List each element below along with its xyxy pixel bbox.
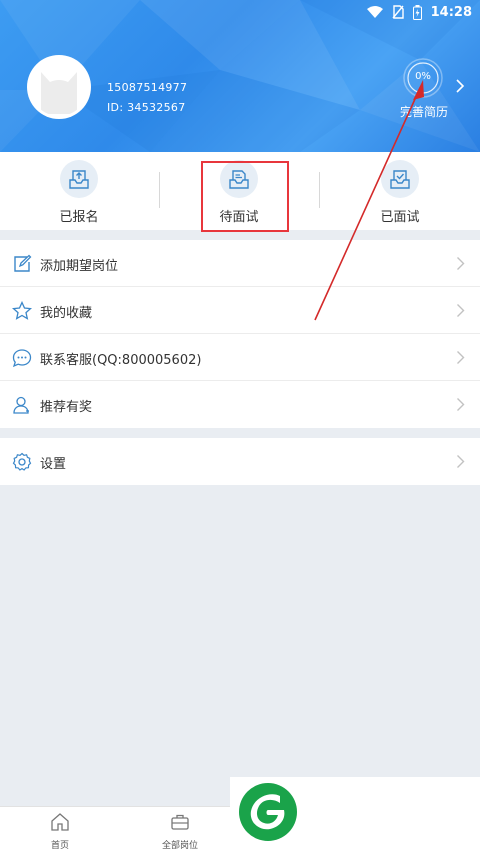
- tab-applied[interactable]: 已报名: [49, 160, 109, 226]
- wifi-icon: [366, 6, 383, 18]
- application-status-tabs: 已报名 待面试 已面试: [0, 152, 480, 230]
- tab-pending-interview[interactable]: 待面试: [209, 160, 269, 226]
- briefcase-icon: [171, 814, 189, 830]
- tab-label: 待面试: [219, 210, 259, 225]
- nav-label: 全部岗位: [161, 841, 198, 851]
- green-leaf-logo-icon: [239, 783, 297, 841]
- menu-label: 我的收藏: [40, 306, 93, 321]
- user-icon: [13, 396, 29, 414]
- status-time: 14:28: [430, 4, 472, 20]
- chevron-right-icon: [457, 398, 465, 411]
- avatar[interactable]: [27, 55, 91, 119]
- menu-item-add-expected-position[interactable]: 添加期望岗位: [0, 240, 480, 287]
- user-id: ID: 34532567: [107, 101, 186, 114]
- tab-divider: [159, 172, 160, 208]
- menu-list: 添加期望岗位 我的收藏 联系客服(QQ:800005602) 推荐有奖: [0, 240, 480, 428]
- edit-icon: [14, 254, 32, 272]
- menu-item-customer-service[interactable]: 联系客服(QQ:800005602): [0, 334, 480, 381]
- tab-divider: [319, 172, 320, 208]
- status-bar: 14:28: [366, 2, 472, 22]
- menu-item-my-favorites[interactable]: 我的收藏: [0, 287, 480, 334]
- menu-label: 联系客服(QQ:800005602): [40, 353, 202, 368]
- resume-progress-text: 0%: [415, 71, 431, 82]
- document-tray-icon: [220, 160, 258, 198]
- chevron-right-icon: [457, 455, 465, 468]
- nav-label: 首页: [50, 841, 69, 851]
- battery-icon: [412, 4, 422, 20]
- menu-item-referral-reward[interactable]: 推荐有奖: [0, 381, 480, 428]
- star-icon: [12, 301, 32, 320]
- upload-tray-icon: [60, 160, 98, 198]
- chevron-right-icon: [457, 351, 465, 364]
- nav-home[interactable]: 首页: [30, 812, 90, 852]
- complete-resume-link[interactable]: 完善简历: [396, 103, 452, 120]
- chevron-right-icon: [457, 304, 465, 317]
- tab-label: 已面试: [380, 210, 420, 225]
- no-sim-icon: [392, 5, 404, 19]
- check-tray-icon: [381, 160, 419, 198]
- nav-all-positions[interactable]: 全部岗位: [150, 812, 210, 852]
- user-phone: 15087514977: [107, 81, 188, 94]
- profile-header: 14:28 15087514977 ID: 34532567 0% 完善简历: [0, 0, 480, 152]
- tab-label: 已报名: [59, 210, 99, 225]
- menu-label: 添加期望岗位: [40, 259, 119, 274]
- chevron-right-icon[interactable]: [455, 78, 465, 94]
- menu-label: 设置: [40, 457, 67, 472]
- chat-icon: [12, 349, 32, 368]
- settings-group: 设置: [0, 438, 480, 485]
- home-icon: [51, 813, 69, 831]
- gear-icon: [12, 452, 32, 471]
- menu-label: 推荐有奖: [40, 400, 93, 415]
- chevron-right-icon: [457, 257, 465, 270]
- cat-avatar-icon: [30, 58, 88, 116]
- tab-interviewed[interactable]: 已面试: [370, 160, 430, 226]
- menu-item-settings[interactable]: 设置: [0, 438, 480, 485]
